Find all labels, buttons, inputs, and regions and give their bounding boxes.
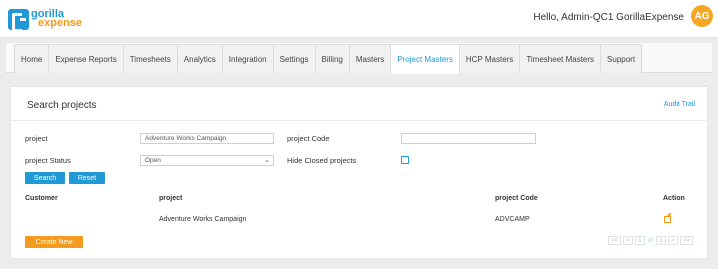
- col-header-action: Action: [663, 195, 685, 202]
- chevron-down-icon: ⌄: [264, 157, 270, 164]
- col-header-customer: Customer: [25, 195, 58, 202]
- first-page-button[interactable]: <<: [607, 236, 621, 245]
- project-status-select[interactable]: Open ⌄: [140, 155, 274, 166]
- total-pages-box: 1: [655, 236, 666, 245]
- tab-timesheets[interactable]: Timesheets: [122, 44, 178, 73]
- tab-hcp-masters[interactable]: HCP Masters: [458, 44, 521, 73]
- tab-project-masters[interactable]: Project Masters: [390, 44, 460, 74]
- col-header-project-code: project Code: [495, 195, 538, 202]
- tab-home[interactable]: Home: [14, 44, 50, 73]
- panel-title: Search projects: [27, 100, 97, 111]
- project-input[interactable]: Adventure Works Campaign: [140, 133, 274, 144]
- project-label: project: [25, 134, 48, 143]
- user-greeting: Hello, Admin-QC1 GorillaExpense: [533, 12, 684, 23]
- row-project: Adventure Works Campaign: [159, 216, 247, 223]
- gorilla-expense-logo[interactable]: gorilla expense: [8, 8, 83, 32]
- next-page-button[interactable]: >: [667, 236, 678, 245]
- current-page-box[interactable]: 1: [634, 236, 645, 245]
- tab-billing[interactable]: Billing: [314, 44, 350, 73]
- main-nav-bar: Home Expense Reports Timesheets Analytics In…: [6, 43, 712, 74]
- tab-timesheet-masters[interactable]: Timesheet Masters: [519, 44, 602, 73]
- tab-integration[interactable]: Integration: [221, 44, 274, 73]
- prev-page-button[interactable]: <: [622, 236, 633, 245]
- tab-masters[interactable]: Masters: [348, 44, 392, 73]
- of-label: of: [647, 237, 653, 244]
- logo-mark-icon: [8, 8, 29, 32]
- project-code-input[interactable]: [401, 133, 536, 144]
- tab-support[interactable]: Support: [600, 44, 643, 73]
- project-status-label: project Status: [25, 156, 71, 165]
- tab-settings[interactable]: Settings: [272, 44, 316, 73]
- create-new-button[interactable]: Create New: [25, 236, 83, 248]
- audit-trail-link[interactable]: Audit Trail: [664, 101, 695, 108]
- panel-divider: [11, 120, 707, 121]
- reset-button[interactable]: Reset: [69, 172, 105, 184]
- search-projects-panel: Search projects Audit Trail project Adve…: [10, 86, 708, 259]
- search-button[interactable]: Search: [25, 172, 65, 184]
- tab-expense-reports[interactable]: Expense Reports: [48, 44, 124, 73]
- logo-text-expense: expense: [38, 17, 83, 29]
- main-nav-tabs: Home Expense Reports Timesheets Analytics In…: [14, 44, 643, 74]
- edit-icon[interactable]: [664, 216, 671, 223]
- pagination: << < 1 of 1 > >>: [607, 236, 693, 245]
- top-header: gorilla expense Hello, Admin-QC1 Gorilla…: [0, 0, 718, 38]
- row-project-code: ADVCAMP: [495, 216, 530, 223]
- col-header-project: project: [159, 195, 183, 202]
- project-code-label: project Code: [287, 134, 330, 143]
- hide-closed-label: Hide Closed projects: [287, 156, 357, 165]
- tab-analytics[interactable]: Analytics: [176, 44, 223, 73]
- last-page-button[interactable]: >>: [679, 236, 693, 245]
- project-status-value: Open: [145, 157, 161, 164]
- hide-closed-checkbox[interactable]: [401, 156, 409, 164]
- user-avatar[interactable]: AG: [691, 5, 713, 27]
